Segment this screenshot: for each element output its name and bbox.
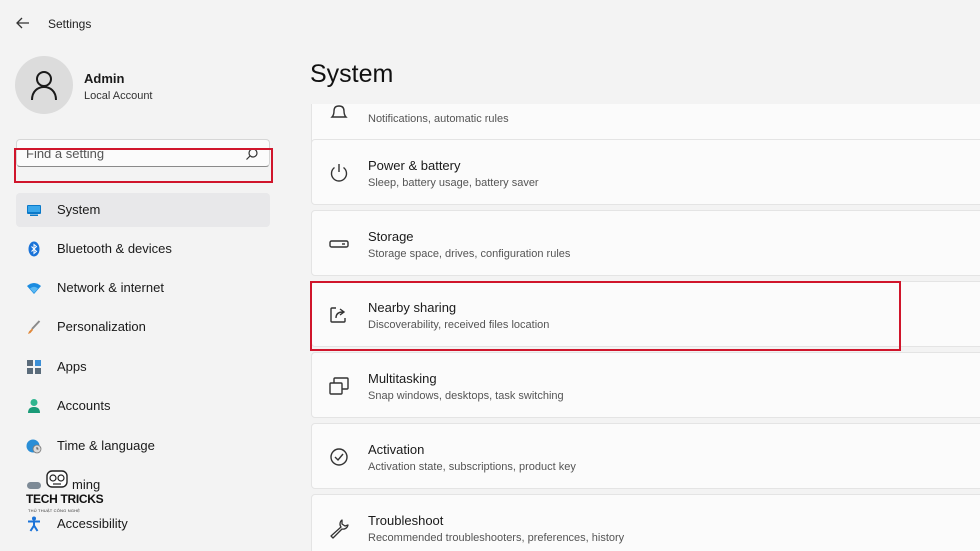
settings-card-power-battery[interactable]: Power & battery Sleep, battery usage, ba… xyxy=(311,139,980,205)
avatar[interactable] xyxy=(15,56,73,114)
wifi-icon xyxy=(27,283,41,294)
sidebar-item-label: Network & internet xyxy=(57,280,164,295)
system-display-icon xyxy=(27,205,41,216)
globe-clock-icon xyxy=(26,439,42,454)
window-title: Settings xyxy=(48,17,92,31)
settings-card-troubleshoot[interactable]: Troubleshoot Recommended troubleshooters… xyxy=(311,494,980,551)
power-icon xyxy=(330,164,348,182)
sidebar-item-network[interactable]: Network & internet xyxy=(16,271,270,305)
user-name: Admin xyxy=(84,71,125,86)
multitasking-icon xyxy=(329,377,349,395)
page-title: System xyxy=(310,60,394,88)
card-subtitle: Storage space, drives, configuration rul… xyxy=(368,248,571,260)
card-title: Multitasking xyxy=(368,371,437,386)
mascot-icon xyxy=(46,470,68,488)
back-arrow-icon[interactable] xyxy=(14,14,32,32)
wrench-icon xyxy=(330,519,349,539)
watermark-text: TECH TRICKS xyxy=(26,492,104,506)
card-title: Troubleshoot xyxy=(368,513,444,528)
user-avatar-icon xyxy=(31,71,57,101)
card-title: Activation xyxy=(368,442,425,457)
sidebar-item-label: Apps xyxy=(57,359,87,374)
settings-card-storage[interactable]: Storage Storage space, drives, configura… xyxy=(311,210,980,276)
paintbrush-icon xyxy=(28,320,41,334)
nearby-sharing-highlight-box xyxy=(310,281,901,351)
card-title: Storage xyxy=(368,229,414,244)
sidebar-item-label: Personalization xyxy=(57,319,146,334)
watermark-subtext: THỦ THUẬT CÔNG NGHỆ xyxy=(28,508,81,513)
sidebar-item-label: Time & language xyxy=(57,438,155,453)
settings-card-activation[interactable]: Activation Activation state, subscriptio… xyxy=(311,423,980,489)
person-icon xyxy=(28,399,40,413)
card-subtitle: Recommended troubleshooters, preferences… xyxy=(368,532,625,544)
card-subtitle: Snap windows, desktops, task switching xyxy=(368,390,564,402)
bell-icon xyxy=(330,105,348,118)
sidebar-item-label: Accounts xyxy=(57,398,111,413)
card-title: Power & battery xyxy=(368,158,461,173)
sidebar-item-label: System xyxy=(57,202,101,217)
sidebar-item-apps[interactable]: Apps xyxy=(16,350,270,384)
sidebar-item-time-language[interactable]: Time & language xyxy=(16,429,270,463)
apps-icon xyxy=(27,360,41,374)
check-circle-icon xyxy=(330,448,348,466)
settings-card-multitasking[interactable]: Multitasking Snap windows, desktops, tas… xyxy=(311,352,980,418)
sidebar-item-label: Bluetooth & devices xyxy=(57,241,172,256)
watermark-logo: TECH TRICKS THỦ THUẬT CÔNG NGHỆ xyxy=(26,468,104,528)
sidebar-item-personalization[interactable]: Personalization xyxy=(16,310,270,344)
card-subtitle: Sleep, battery usage, battery saver xyxy=(368,177,539,189)
storage-drive-icon xyxy=(329,240,349,248)
selection-highlight-box xyxy=(14,148,273,183)
account-type: Local Account xyxy=(84,90,153,102)
sidebar-item-bluetooth[interactable]: Bluetooth & devices xyxy=(16,232,270,266)
sidebar-item-accounts[interactable]: Accounts xyxy=(16,389,270,423)
title-bar: Settings xyxy=(0,0,980,46)
bluetooth-icon xyxy=(28,241,40,257)
card-subtitle: Activation state, subscriptions, product… xyxy=(368,461,576,473)
sidebar-item-system[interactable]: System xyxy=(16,193,270,227)
card-subtitle: Notifications, automatic rules xyxy=(368,113,509,125)
sidebar: Admin Local Account System Bluetooth & d… xyxy=(0,46,290,551)
